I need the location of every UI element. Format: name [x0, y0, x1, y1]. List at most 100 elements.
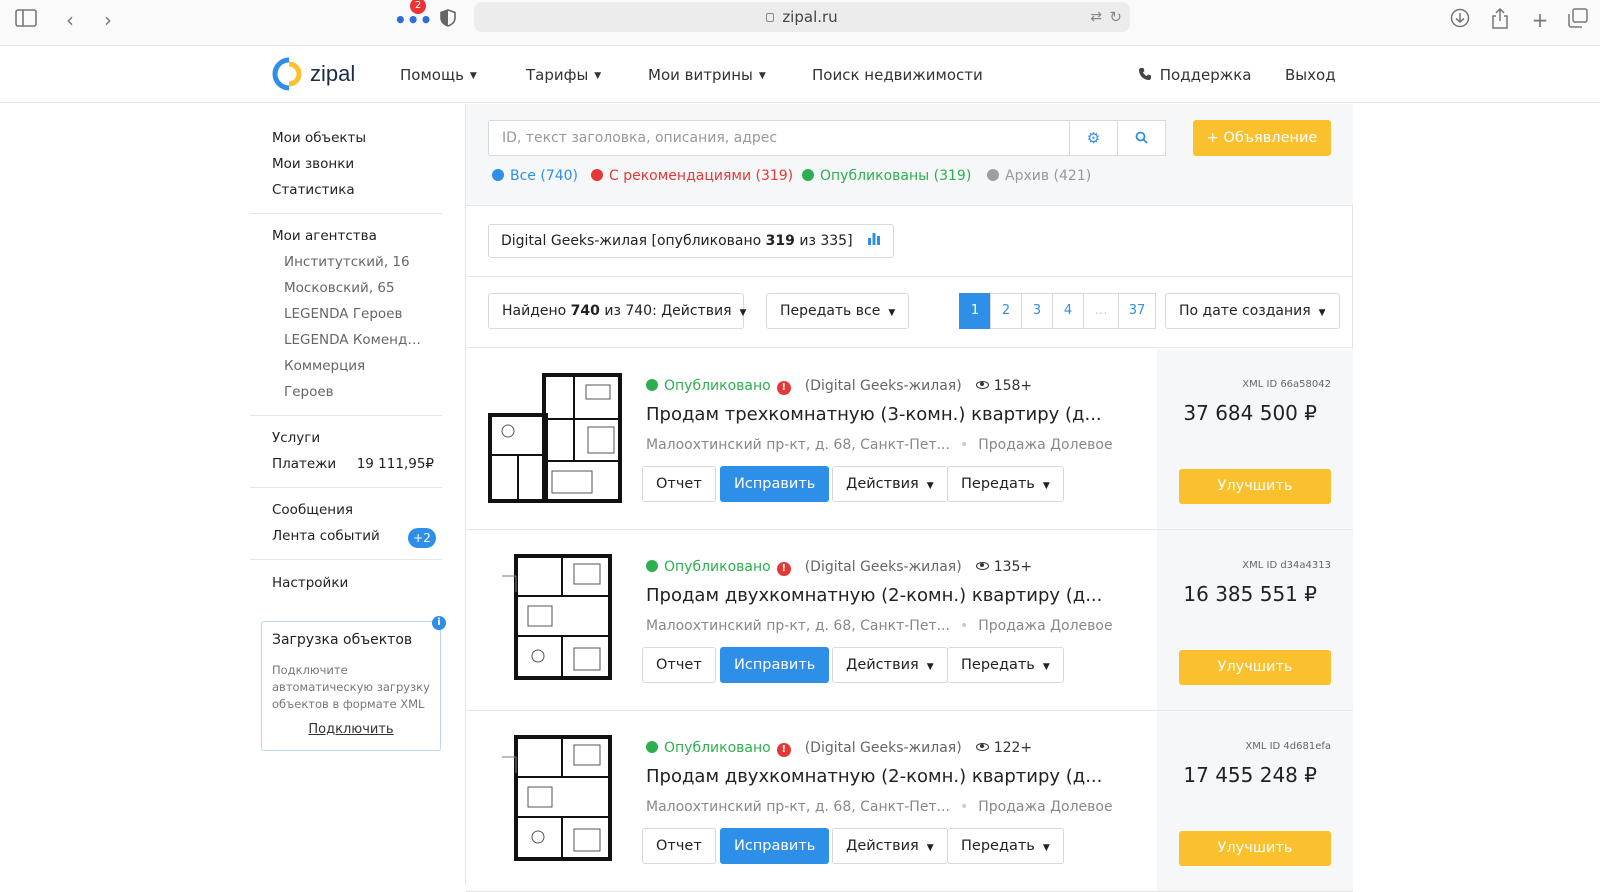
ruble-sign: ₽: [1304, 582, 1317, 606]
page-3[interactable]: 3: [1021, 293, 1053, 329]
ruble-sign: ₽: [1304, 763, 1317, 787]
sidebar-agency-item[interactable]: Институтский, 16: [284, 254, 410, 270]
floor-plan-image[interactable]: [488, 371, 624, 505]
sidebar-agency-item[interactable]: Героев: [284, 384, 334, 400]
report-button[interactable]: Отчет: [642, 828, 716, 864]
page-1[interactable]: 1: [959, 293, 991, 329]
translate-icon[interactable]: ⇄: [1090, 2, 1102, 32]
filter-published[interactable]: Опубликованы (319): [802, 168, 971, 184]
sort-label: По дате создания: [1179, 303, 1311, 319]
floor-plan-image[interactable]: [488, 733, 624, 867]
connect-link[interactable]: Подключить: [262, 722, 440, 737]
back-icon[interactable]: ‹: [58, 8, 82, 32]
improve-button[interactable]: Улучшить: [1179, 650, 1331, 685]
filter-archive[interactable]: Архив (421): [987, 168, 1091, 184]
transfer-label: Передать: [961, 838, 1035, 854]
nav-help[interactable]: Помощь ▼: [400, 47, 477, 103]
listing-price: 16 385 551 ₽: [1183, 582, 1317, 606]
transfer-label: Передать: [961, 476, 1035, 492]
bar-chart-icon[interactable]: [867, 226, 881, 258]
sidebar-item-statistics[interactable]: Статистика: [272, 182, 355, 198]
bulk-actions-dropdown[interactable]: Найдено 740 из 740: Действия ▼: [488, 293, 746, 329]
share-icon[interactable]: [1488, 7, 1512, 32]
filter-recommendations[interactable]: С рекомендациями (319): [591, 168, 793, 184]
sidebar-item-agencies[interactable]: Мои агентства: [272, 228, 377, 244]
download-icon[interactable]: [1448, 8, 1472, 32]
caret-down-icon: ▼: [1318, 308, 1326, 318]
listing-status: Опубликовано! (Digital Geeks-жилая) 158+: [646, 378, 1032, 395]
nav-property-search[interactable]: Поиск недвижимости: [812, 47, 983, 103]
search-settings-button[interactable]: ⚙: [1070, 120, 1118, 156]
actions-dropdown[interactable]: Действия ▼: [832, 828, 948, 864]
sidebar-agency-item[interactable]: Коммерция: [284, 358, 365, 374]
sidebar-item-services[interactable]: Услуги: [272, 430, 320, 446]
actions-dropdown[interactable]: Действия ▼: [832, 647, 948, 683]
sidebar-agency-item[interactable]: Московский, 65: [284, 280, 395, 296]
filter-all-label: Все (740): [510, 168, 579, 184]
reload-icon[interactable]: ↻: [1109, 2, 1122, 32]
status-label: Опубликовано: [664, 559, 771, 575]
info-icon[interactable]: i: [432, 616, 446, 630]
agency-chip[interactable]: Digital Geeks-жилая [опубликовано 319 из…: [488, 224, 894, 258]
listing-title[interactable]: Продам двухкомнатную (2-комн.) квартиру …: [646, 766, 1102, 787]
xml-id: XML ID d34a4313: [1242, 560, 1331, 571]
address-bar[interactable]: zipal.ru ⇄ ↻: [474, 2, 1130, 32]
nav-showcases[interactable]: Мои витрины ▼: [648, 47, 766, 103]
sidebar-item-payments[interactable]: Платежи: [272, 456, 336, 472]
improve-button[interactable]: Улучшить: [1179, 469, 1331, 504]
sidebar-agency-item[interactable]: LEGENDA Коменд…: [284, 332, 421, 348]
status-dot: [646, 560, 658, 572]
tabs-overview-icon[interactable]: [1566, 8, 1590, 32]
warning-icon[interactable]: !: [776, 562, 791, 576]
fix-button[interactable]: Исправить: [720, 828, 830, 864]
listing-agency: (Digital Geeks-жилая): [804, 559, 962, 575]
sidebar-item-my-calls[interactable]: Мои звонки: [272, 156, 354, 172]
page-last[interactable]: 37: [1118, 293, 1156, 329]
warning-icon[interactable]: !: [776, 743, 791, 757]
transfer-all-label: Передать все: [780, 303, 881, 319]
search-button[interactable]: [1118, 120, 1166, 156]
privacy-shield-icon[interactable]: [436, 8, 460, 32]
fix-button[interactable]: Исправить: [720, 647, 830, 683]
sort-dropdown[interactable]: По дате создания ▼: [1165, 293, 1340, 329]
sidebar-item-events[interactable]: Лента событий: [272, 528, 380, 544]
agency-chip-suffix: из 335]: [794, 233, 853, 249]
warning-icon[interactable]: !: [776, 381, 791, 395]
nav-tariffs[interactable]: Тарифы ▼: [526, 47, 601, 103]
report-button[interactable]: Отчет: [642, 466, 716, 502]
nav-support[interactable]: Поддержка: [1138, 47, 1252, 103]
listing-title[interactable]: Продам двухкомнатную (2-комн.) квартиру …: [646, 585, 1102, 606]
caret-down-icon: ▼: [758, 70, 766, 81]
sidebar-item-settings[interactable]: Настройки: [272, 575, 348, 591]
filter-all[interactable]: Все (740): [492, 168, 578, 184]
xml-id: XML ID 66a58042: [1242, 379, 1331, 390]
actions-label: Действия: [846, 838, 919, 854]
search-input[interactable]: ID, текст заголовка, описания, адрес: [488, 120, 1070, 156]
floor-plan-image[interactable]: [488, 552, 624, 686]
status-dot: [591, 169, 603, 181]
listing-title[interactable]: Продам трехкомнатную (3-комн.) квартиру …: [646, 404, 1102, 425]
forward-icon[interactable]: ›: [96, 8, 120, 32]
filter-archive-label: Архив (421): [1005, 168, 1092, 184]
nav-showcases-label: Мои витрины: [648, 66, 753, 84]
sidebar-item-messages[interactable]: Сообщения: [272, 502, 353, 518]
report-button[interactable]: Отчет: [642, 647, 716, 683]
page-4[interactable]: 4: [1052, 293, 1084, 329]
sidebar-toggle-icon[interactable]: [14, 8, 38, 32]
transfer-dropdown[interactable]: Передать ▼: [947, 647, 1064, 683]
transfer-all-dropdown[interactable]: Передать все ▼: [766, 293, 910, 329]
sidebar-item-my-objects[interactable]: Мои объекты: [272, 130, 366, 146]
actions-dropdown[interactable]: Действия ▼: [832, 466, 948, 502]
add-listing-button[interactable]: + Объявление: [1193, 120, 1331, 156]
transfer-dropdown[interactable]: Передать ▼: [947, 828, 1064, 864]
new-tab-icon[interactable]: +: [1528, 8, 1552, 32]
separator-dot: •: [959, 799, 969, 815]
zipal-logo[interactable]: zipal: [272, 57, 355, 91]
fix-button[interactable]: Исправить: [720, 466, 830, 502]
transfer-dropdown[interactable]: Передать ▼: [947, 466, 1064, 502]
page-2[interactable]: 2: [990, 293, 1022, 329]
separator-dot: •: [959, 618, 969, 634]
sidebar-agency-item[interactable]: LEGENDA Героев: [284, 306, 402, 322]
logout-link[interactable]: Выход: [1285, 47, 1336, 103]
improve-button[interactable]: Улучшить: [1179, 831, 1331, 866]
